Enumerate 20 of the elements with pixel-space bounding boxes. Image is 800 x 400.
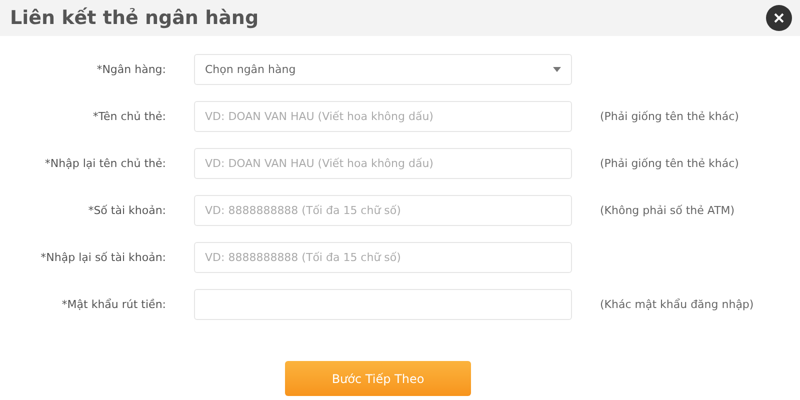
input-field[interactable]: VD: 8888888888 (Tối đa 15 chữ số) [194, 242, 572, 273]
field-label: *Mật khẩu rút tiền: [60, 298, 166, 311]
input-field[interactable]: VD: DOAN VAN HAU (Viết hoa không dấu) [194, 148, 572, 179]
field-hint: (Khác mật khẩu đăng nhập) [600, 298, 754, 311]
dialog-title: Liên kết thẻ ngân hàng [10, 7, 259, 29]
close-icon [772, 11, 786, 25]
field-label: *Số tài khoản: [87, 204, 166, 217]
input-field[interactable]: VD: DOAN VAN HAU (Viết hoa không dấu) [194, 101, 572, 132]
field-hint: (Phải giống tên thẻ khác) [600, 157, 739, 170]
field-label: *Nhập lại số tài khoản: [40, 251, 166, 264]
close-button[interactable] [766, 5, 792, 31]
field-label: *Ngân hàng: [96, 63, 166, 76]
bank-select[interactable]: Chọn ngân hàng [194, 54, 572, 85]
field-label: *Tên chủ thẻ: [92, 110, 166, 123]
password-field[interactable] [194, 289, 572, 320]
input-field[interactable]: VD: 8888888888 (Tối đa 15 chữ số) [194, 195, 572, 226]
caret-icon [553, 67, 561, 72]
field-label: *Nhập lại tên chủ thẻ: [44, 157, 166, 170]
field-hint: (Phải giống tên thẻ khác) [600, 110, 739, 123]
field-hint: (Không phải số thẻ ATM) [600, 204, 735, 217]
